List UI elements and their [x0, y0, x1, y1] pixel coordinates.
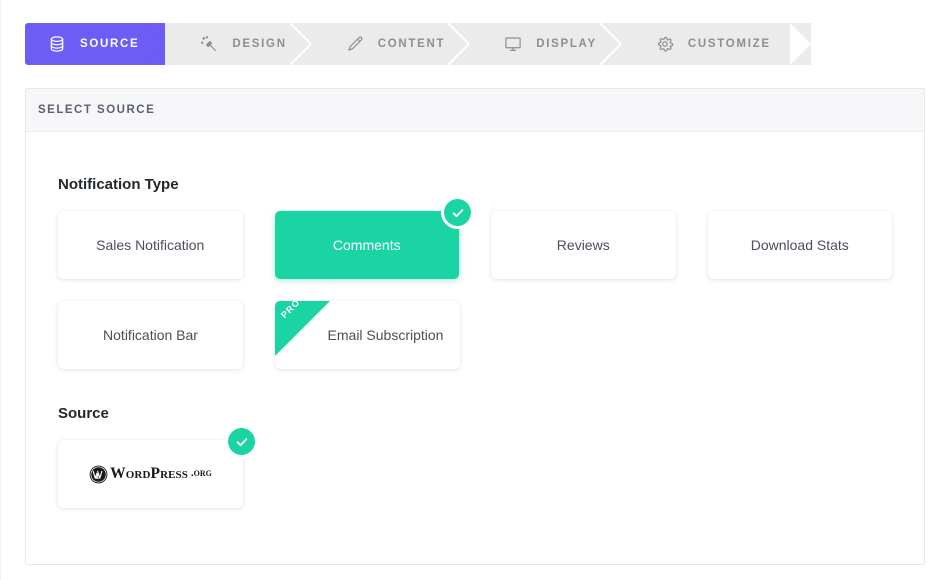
step-tab-label: SOURCE	[80, 38, 140, 50]
panel-header: SELECT SOURCE	[26, 89, 924, 132]
card-label: Download Stats	[750, 236, 849, 253]
step-tab-label: CONTENT	[377, 38, 446, 50]
source-row: WORDPRESS .ORG	[58, 428, 892, 508]
source-section: Source WORDPRESS .ORG	[58, 405, 892, 508]
source-heading: Source	[58, 405, 109, 422]
step-tab-customize[interactable]: CUSTOMIZE	[620, 23, 812, 65]
monitor-icon	[503, 34, 523, 54]
step-separator	[288, 22, 313, 66]
wordpress-org-logo: WORDPRESS .ORG	[89, 465, 212, 484]
card-sales-notification[interactable]: Sales Notification	[58, 211, 243, 279]
step-tab-label: DESIGN	[232, 38, 287, 50]
pencil-icon	[345, 34, 365, 54]
notification-type-heading: Notification Type	[58, 176, 179, 193]
wizard-steps: SOURCE DESIGN CONTENT DISPLAY CUSTOMIZE	[25, 22, 812, 66]
card-wordpress-org[interactable]: WORDPRESS .ORG	[58, 428, 255, 508]
magic-wand-icon	[199, 34, 219, 54]
step-end-arrow	[789, 23, 812, 65]
step-tab-content[interactable]: CONTENT	[310, 22, 471, 66]
card-email-subscription[interactable]: PRO Email Subscription	[275, 301, 460, 369]
card-download-stats[interactable]: Download Stats	[707, 211, 892, 279]
step-tab-label: CUSTOMIZE	[687, 38, 771, 50]
card-notification-bar[interactable]: Notification Bar	[58, 301, 243, 369]
wordpress-mark-icon	[89, 465, 108, 483]
page-left-edge	[0, 0, 1, 580]
notification-type-row-2: Notification Bar PRO Email Subscription	[58, 301, 892, 369]
step-tab-design[interactable]: DESIGN	[165, 22, 313, 66]
card-comments[interactable]: Comments	[274, 199, 471, 279]
check-icon	[444, 199, 471, 226]
panel-title: SELECT SOURCE	[38, 104, 156, 116]
step-separator	[447, 22, 471, 66]
gear-icon	[655, 34, 675, 54]
card-label: Comments	[332, 236, 401, 253]
select-source-panel: SELECT SOURCE Notification Type Sales No…	[25, 88, 925, 565]
step-tab-display[interactable]: DISPLAY	[469, 22, 623, 66]
card-reviews[interactable]: Reviews	[491, 211, 676, 279]
database-icon	[47, 34, 67, 54]
notification-type-row-1: Sales Notification Comments Reviews Down…	[58, 199, 892, 279]
check-icon	[228, 428, 255, 455]
card-label: Notification Bar	[103, 326, 198, 343]
card-label: Sales Notification	[96, 236, 205, 253]
panel-body: Notification Type Sales Notification Com…	[26, 132, 924, 508]
card-label: Email Subscription	[327, 326, 444, 343]
step-separator	[599, 22, 623, 66]
card-label: Reviews	[556, 236, 610, 253]
step-tab-source[interactable]: SOURCE	[25, 23, 166, 65]
wordpress-wordmark: WORDPRESS	[110, 465, 188, 483]
step-tab-label: DISPLAY	[536, 38, 597, 50]
wordpress-org-suffix: .ORG	[191, 467, 212, 479]
step-separator	[144, 23, 166, 65]
